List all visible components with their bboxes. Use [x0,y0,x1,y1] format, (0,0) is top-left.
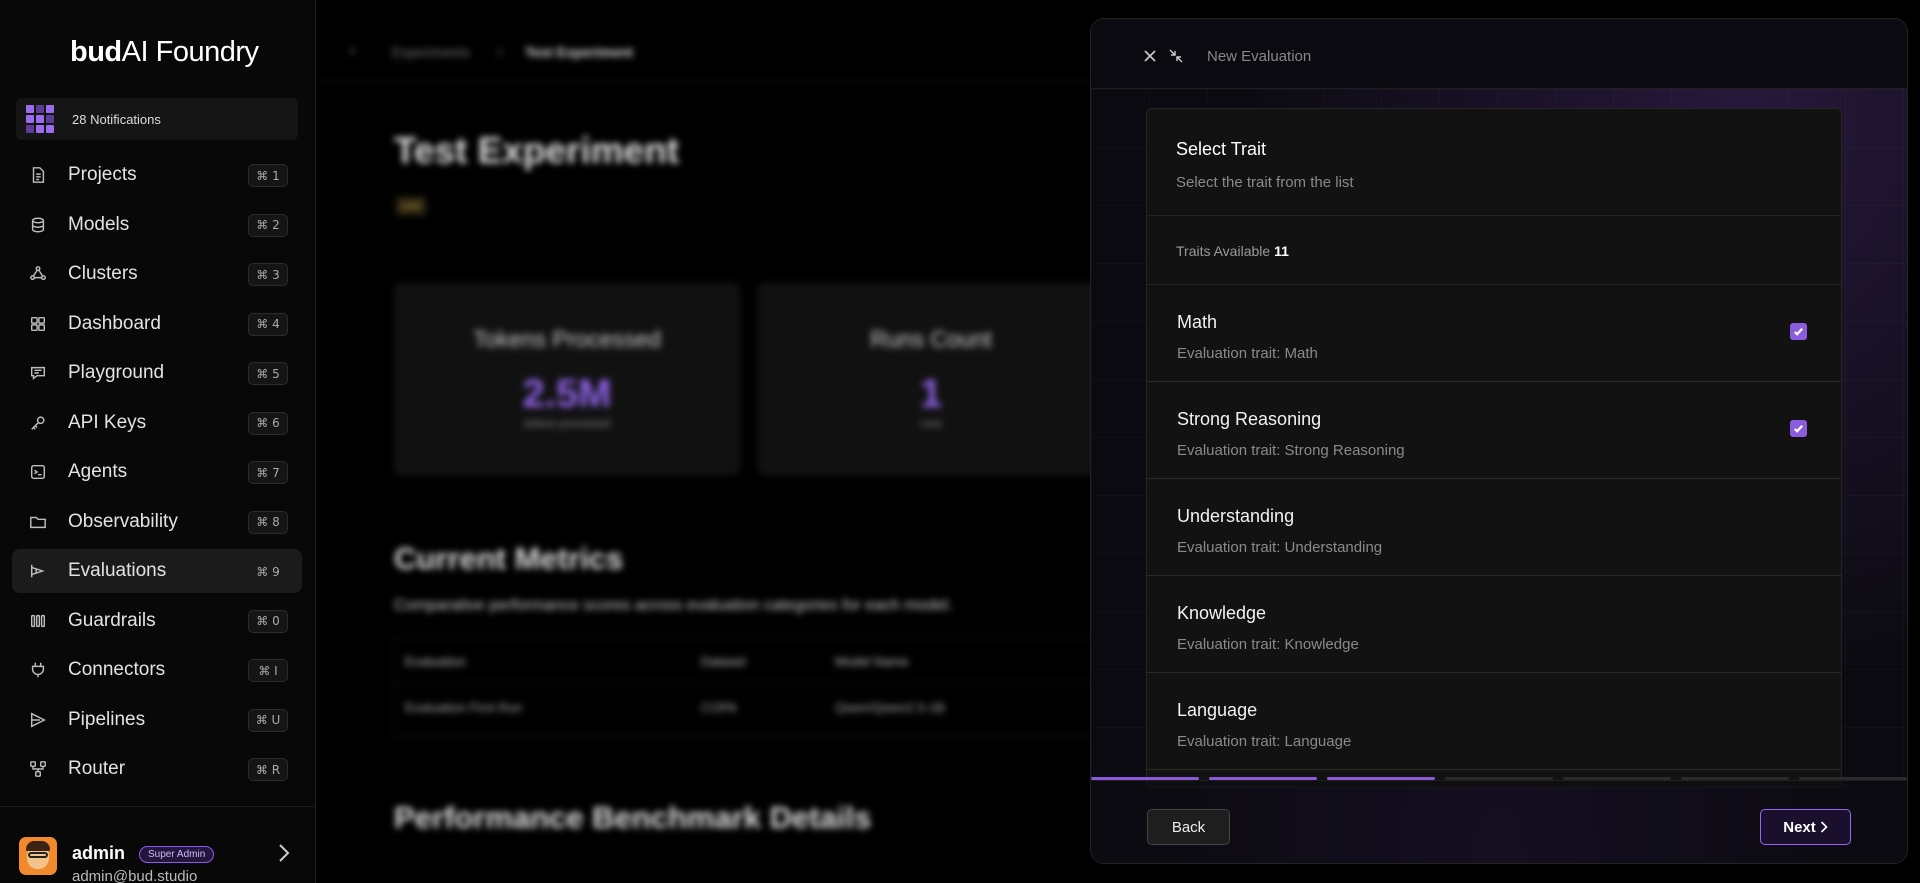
user-name: admin [72,843,126,863]
notifications-label: 28 Notifications [72,111,161,127]
metrics-heading: Current Metrics [394,541,624,576]
metrics-description: Comparative performance scores across ev… [394,597,953,614]
shortcut-badge: ⌘ R [248,758,288,781]
trait-item-math[interactable]: Math Evaluation trait: Math [1147,285,1841,382]
notifications-grid-icon [26,105,54,133]
trait-selection-panel: Select Trait Select the trait from the l… [1146,108,1842,788]
grid-icon [28,314,48,334]
benchmark-heading: Performance Benchmark Details [394,800,872,835]
status-badge: Live [396,197,426,215]
sidebar-item-agents[interactable]: Agents ⌘ 7 [12,450,302,494]
terminal-icon [28,462,48,482]
user-profile[interactable]: admin Super Admin admin@bud.studio [0,806,316,883]
shortcut-badge: ⌘ U [248,708,288,732]
shortcut-badge: ⌘ 0 [248,609,288,633]
notifications-button[interactable]: 28 Notifications [16,98,298,140]
key-icon [28,413,48,433]
shortcut-badge: ⌘ 8 [248,510,288,534]
trait-item-knowledge[interactable]: Knowledge Evaluation trait: Knowledge [1147,576,1841,673]
panel-description: Select the trait from the list [1176,174,1354,191]
checkbox-checked[interactable] [1790,323,1807,340]
new-evaluation-drawer: New Evaluation Select Trait Select the t… [1090,18,1908,864]
stat-card-tokens: Tokens Processed 2.5M tokens processed [394,283,740,475]
router-icon [28,759,48,779]
drawer-header: New Evaluation [1091,19,1907,89]
role-badge: Super Admin [139,846,215,863]
shortcut-badge: ⌘ 3 [248,263,288,286]
stat-card-runs: Runs Count 1 runs [758,283,1104,475]
drawer-footer: Back Next [1091,780,1907,863]
back-button[interactable]: Back [1147,809,1230,845]
sidebar-item-router[interactable]: Router ⌘ R [12,747,302,791]
shortcut-badge: ⌘ 2 [248,213,288,237]
next-button[interactable]: Next [1760,809,1851,845]
sidebar-item-playground[interactable]: Playground ⌘ 5 [12,351,302,395]
checkbox-checked[interactable] [1790,420,1807,437]
avatar [19,837,57,875]
pipeline-icon [28,710,48,730]
sidebar-item-guardrails[interactable]: Guardrails ⌘ 0 [12,599,302,643]
guardrail-icon [28,611,48,631]
metrics-table: Evaluation Dataset Model Name Evaluation… [394,637,1154,737]
shortcut-badge: ⌘ 5 [248,362,288,385]
traits-count-row: Traits Available 11 [1147,216,1841,285]
trait-item-language[interactable]: Language Evaluation trait: Language [1147,673,1841,770]
sidebar-item-observability[interactable]: Observability ⌘ 8 [12,500,302,544]
shortcut-badge: ⌘ 4 [248,312,288,336]
trait-item-understanding[interactable]: Understanding Evaluation trait: Understa… [1147,479,1841,576]
sidebar-item-models[interactable]: Models ⌘ 2 [12,203,302,247]
sidebar-item-dashboard[interactable]: Dashboard ⌘ 4 [12,302,302,346]
panel-header: Select Trait Select the trait from the l… [1147,109,1841,216]
shortcut-badge: ⌘ 1 [248,164,288,187]
panel-title: Select Trait [1176,139,1267,159]
sidebar: budAI Foundry 28 Notifications Projects … [0,0,316,883]
sidebar-item-projects[interactable]: Projects ⌘ 1 [12,153,302,197]
check-icon [1794,425,1803,433]
database-icon [28,215,48,235]
sidebar-item-connectors[interactable]: Connectors ⌘ I [12,648,302,692]
sidebar-nav: Projects ⌘ 1 Models ⌘ 2 Clusters ⌘ 3 Das… [12,153,302,797]
shortcut-badge: ⌘ 9 [248,560,288,583]
collapse-icon[interactable] [1169,49,1183,63]
user-email: admin@bud.studio [72,868,198,883]
chevron-right-icon[interactable] [277,842,291,864]
close-icon[interactable] [1143,49,1157,63]
back-arrow-icon[interactable]: ‹ [350,42,355,59]
trait-item-strong-reasoning[interactable]: Strong Reasoning Evaluation trait: Stron… [1147,382,1841,479]
shortcut-badge: ⌘ 6 [248,411,288,435]
shortcut-badge: ⌘ 7 [248,461,288,484]
plug-icon [28,660,48,680]
shortcut-badge: ⌘ I [248,659,288,682]
chevron-right-icon [1820,821,1828,833]
breadcrumb: ‹ Experiments / Test Experiment [318,22,1138,82]
traits-count: 11 [1274,243,1289,259]
sidebar-item-pipelines[interactable]: Pipelines ⌘ U [12,698,302,742]
evaluation-icon [28,561,48,581]
sidebar-item-evaluations[interactable]: Evaluations ⌘ 9 [12,549,302,593]
sidebar-item-api-keys[interactable]: API Keys ⌘ 6 [12,401,302,445]
sidebar-item-clusters[interactable]: Clusters ⌘ 3 [12,252,302,296]
chat-icon [28,363,48,383]
page-title: Test Experiment [394,130,680,171]
app-logo[interactable]: budAI Foundry [70,36,259,69]
cluster-icon [28,264,48,284]
folder-icon [28,512,48,532]
document-icon [28,165,48,185]
drawer-title: New Evaluation [1207,48,1312,65]
check-icon [1794,328,1803,336]
